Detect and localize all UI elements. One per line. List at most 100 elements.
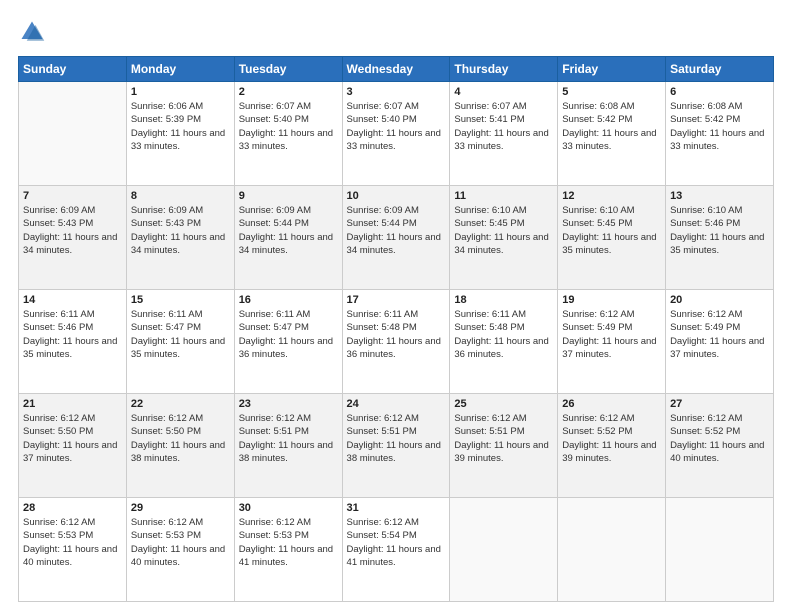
day-info: Sunrise: 6:10 AMSunset: 5:45 PMDaylight:… bbox=[454, 204, 553, 257]
day-info: Sunrise: 6:11 AMSunset: 5:48 PMDaylight:… bbox=[347, 308, 446, 361]
calendar-day-cell: 10 Sunrise: 6:09 AMSunset: 5:44 PMDayligh… bbox=[342, 186, 450, 290]
calendar-day-cell: 30 Sunrise: 6:12 AMSunset: 5:53 PMDayligh… bbox=[234, 498, 342, 602]
day-number: 6 bbox=[670, 86, 769, 98]
day-number: 23 bbox=[239, 398, 338, 410]
day-number: 14 bbox=[23, 294, 122, 306]
day-number: 10 bbox=[347, 190, 446, 202]
day-number: 13 bbox=[670, 190, 769, 202]
day-info: Sunrise: 6:09 AMSunset: 5:43 PMDaylight:… bbox=[131, 204, 230, 257]
day-info: Sunrise: 6:12 AMSunset: 5:50 PMDaylight:… bbox=[23, 412, 122, 465]
calendar-day-cell: 21 Sunrise: 6:12 AMSunset: 5:50 PMDayligh… bbox=[19, 394, 127, 498]
day-number: 1 bbox=[131, 86, 230, 98]
weekday-header: Monday bbox=[126, 57, 234, 82]
calendar-day-cell: 9 Sunrise: 6:09 AMSunset: 5:44 PMDaylight… bbox=[234, 186, 342, 290]
day-info: Sunrise: 6:08 AMSunset: 5:42 PMDaylight:… bbox=[670, 100, 769, 153]
day-number: 17 bbox=[347, 294, 446, 306]
day-number: 21 bbox=[23, 398, 122, 410]
calendar-day-cell bbox=[450, 498, 558, 602]
calendar-day-cell: 29 Sunrise: 6:12 AMSunset: 5:53 PMDayligh… bbox=[126, 498, 234, 602]
day-number: 19 bbox=[562, 294, 661, 306]
logo-icon bbox=[18, 18, 46, 46]
calendar-day-cell: 16Sunrise: 6:11 AMSunset: 5:47 PMDayligh… bbox=[234, 290, 342, 394]
day-info: Sunrise: 6:12 AMSunset: 5:51 PMDaylight:… bbox=[347, 412, 446, 465]
calendar-day-cell: 11 Sunrise: 6:10 AMSunset: 5:45 PMDayligh… bbox=[450, 186, 558, 290]
day-number: 29 bbox=[131, 502, 230, 514]
day-number: 5 bbox=[562, 86, 661, 98]
calendar-header-row: SundayMondayTuesdayWednesdayThursdayFrid… bbox=[19, 57, 774, 82]
day-number: 20 bbox=[670, 294, 769, 306]
day-number: 7 bbox=[23, 190, 122, 202]
day-number: 31 bbox=[347, 502, 446, 514]
weekday-header: Wednesday bbox=[342, 57, 450, 82]
calendar-day-cell: 4Sunrise: 6:07 AMSunset: 5:41 PMDaylight… bbox=[450, 82, 558, 186]
day-info: Sunrise: 6:08 AMSunset: 5:42 PMDaylight:… bbox=[562, 100, 661, 153]
day-info: Sunrise: 6:09 AMSunset: 5:43 PMDaylight:… bbox=[23, 204, 122, 257]
calendar-day-cell: 22 Sunrise: 6:12 AMSunset: 5:50 PMDayligh… bbox=[126, 394, 234, 498]
calendar-week-row: 28 Sunrise: 6:12 AMSunset: 5:53 PMDayligh… bbox=[19, 498, 774, 602]
calendar-day-cell bbox=[19, 82, 127, 186]
calendar-day-cell: 28 Sunrise: 6:12 AMSunset: 5:53 PMDayligh… bbox=[19, 498, 127, 602]
day-info: Sunrise: 6:07 AMSunset: 5:41 PMDaylight:… bbox=[454, 100, 553, 153]
calendar-day-cell: 3 Sunrise: 6:07 AMSunset: 5:40 PMDaylight… bbox=[342, 82, 450, 186]
calendar-day-cell: 26 Sunrise: 6:12 AMSunset: 5:52 PMDayligh… bbox=[558, 394, 666, 498]
day-info: Sunrise: 6:09 AMSunset: 5:44 PMDaylight:… bbox=[347, 204, 446, 257]
calendar-day-cell: 13Sunrise: 6:10 AMSunset: 5:46 PMDayligh… bbox=[666, 186, 774, 290]
day-number: 8 bbox=[131, 190, 230, 202]
calendar-day-cell: 8 Sunrise: 6:09 AMSunset: 5:43 PMDaylight… bbox=[126, 186, 234, 290]
calendar-day-cell: 23 Sunrise: 6:12 AMSunset: 5:51 PMDayligh… bbox=[234, 394, 342, 498]
day-number: 24 bbox=[347, 398, 446, 410]
weekday-header: Tuesday bbox=[234, 57, 342, 82]
calendar-day-cell: 20 Sunrise: 6:12 AMSunset: 5:49 PMDayligh… bbox=[666, 290, 774, 394]
day-info: Sunrise: 6:11 AMSunset: 5:47 PMDaylight:… bbox=[131, 308, 230, 361]
day-info: Sunrise: 6:12 AMSunset: 5:52 PMDaylight:… bbox=[562, 412, 661, 465]
day-info: Sunrise: 6:12 AMSunset: 5:53 PMDaylight:… bbox=[23, 516, 122, 569]
calendar-day-cell bbox=[666, 498, 774, 602]
day-info: Sunrise: 6:09 AMSunset: 5:44 PMDaylight:… bbox=[239, 204, 338, 257]
calendar-day-cell bbox=[558, 498, 666, 602]
weekday-header: Saturday bbox=[666, 57, 774, 82]
calendar-table: SundayMondayTuesdayWednesdayThursdayFrid… bbox=[18, 56, 774, 602]
day-info: Sunrise: 6:12 AMSunset: 5:51 PMDaylight:… bbox=[239, 412, 338, 465]
calendar-day-cell: 31Sunrise: 6:12 AMSunset: 5:54 PMDayligh… bbox=[342, 498, 450, 602]
calendar-day-cell: 2 Sunrise: 6:07 AMSunset: 5:40 PMDaylight… bbox=[234, 82, 342, 186]
day-info: Sunrise: 6:07 AMSunset: 5:40 PMDaylight:… bbox=[347, 100, 446, 153]
day-info: Sunrise: 6:11 AMSunset: 5:48 PMDaylight:… bbox=[454, 308, 553, 361]
calendar-day-cell: 12Sunrise: 6:10 AMSunset: 5:45 PMDayligh… bbox=[558, 186, 666, 290]
day-info: Sunrise: 6:12 AMSunset: 5:53 PMDaylight:… bbox=[239, 516, 338, 569]
calendar-day-cell: 27Sunrise: 6:12 AMSunset: 5:52 PMDayligh… bbox=[666, 394, 774, 498]
calendar-day-cell: 18 Sunrise: 6:11 AMSunset: 5:48 PMDayligh… bbox=[450, 290, 558, 394]
day-info: Sunrise: 6:11 AMSunset: 5:46 PMDaylight:… bbox=[23, 308, 122, 361]
day-info: Sunrise: 6:12 AMSunset: 5:53 PMDaylight:… bbox=[131, 516, 230, 569]
calendar-day-cell: 19 Sunrise: 6:12 AMSunset: 5:49 PMDayligh… bbox=[558, 290, 666, 394]
day-info: Sunrise: 6:11 AMSunset: 5:47 PMDaylight:… bbox=[239, 308, 338, 361]
calendar-day-cell: 14 Sunrise: 6:11 AMSunset: 5:46 PMDayligh… bbox=[19, 290, 127, 394]
header bbox=[18, 18, 774, 46]
weekday-header: Friday bbox=[558, 57, 666, 82]
calendar-day-cell: 17 Sunrise: 6:11 AMSunset: 5:48 PMDayligh… bbox=[342, 290, 450, 394]
weekday-header: Thursday bbox=[450, 57, 558, 82]
calendar-day-cell: 7 Sunrise: 6:09 AMSunset: 5:43 PMDaylight… bbox=[19, 186, 127, 290]
day-number: 25 bbox=[454, 398, 553, 410]
day-info: Sunrise: 6:12 AMSunset: 5:51 PMDaylight:… bbox=[454, 412, 553, 465]
day-number: 11 bbox=[454, 190, 553, 202]
day-number: 30 bbox=[239, 502, 338, 514]
calendar-day-cell: 1Sunrise: 6:06 AMSunset: 5:39 PMDaylight… bbox=[126, 82, 234, 186]
day-info: Sunrise: 6:12 AMSunset: 5:49 PMDaylight:… bbox=[562, 308, 661, 361]
day-info: Sunrise: 6:12 AMSunset: 5:52 PMDaylight:… bbox=[670, 412, 769, 465]
day-number: 9 bbox=[239, 190, 338, 202]
day-number: 3 bbox=[347, 86, 446, 98]
logo bbox=[18, 18, 50, 46]
day-number: 2 bbox=[239, 86, 338, 98]
calendar-day-cell: 5 Sunrise: 6:08 AMSunset: 5:42 PMDaylight… bbox=[558, 82, 666, 186]
day-info: Sunrise: 6:12 AMSunset: 5:49 PMDaylight:… bbox=[670, 308, 769, 361]
calendar-week-row: 14 Sunrise: 6:11 AMSunset: 5:46 PMDayligh… bbox=[19, 290, 774, 394]
calendar-day-cell: 25 Sunrise: 6:12 AMSunset: 5:51 PMDayligh… bbox=[450, 394, 558, 498]
day-number: 26 bbox=[562, 398, 661, 410]
day-number: 15 bbox=[131, 294, 230, 306]
calendar-week-row: 1Sunrise: 6:06 AMSunset: 5:39 PMDaylight… bbox=[19, 82, 774, 186]
day-number: 18 bbox=[454, 294, 553, 306]
day-number: 28 bbox=[23, 502, 122, 514]
day-number: 22 bbox=[131, 398, 230, 410]
day-info: Sunrise: 6:07 AMSunset: 5:40 PMDaylight:… bbox=[239, 100, 338, 153]
day-info: Sunrise: 6:12 AMSunset: 5:50 PMDaylight:… bbox=[131, 412, 230, 465]
